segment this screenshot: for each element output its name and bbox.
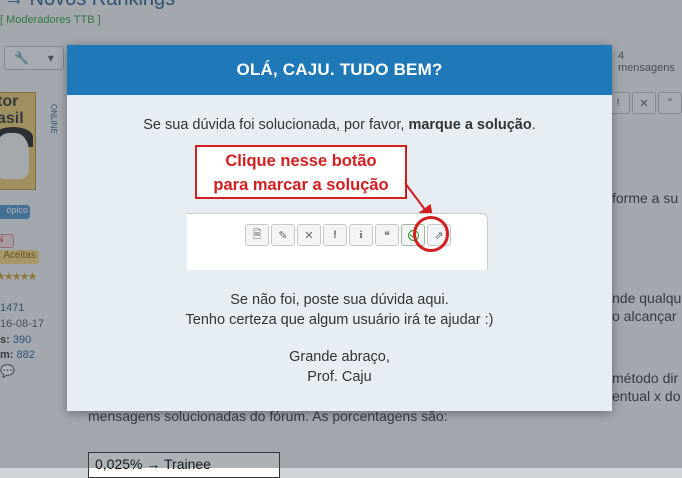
info-icon[interactable]: i [349, 224, 373, 246]
pencil-icon[interactable]: ✎ [271, 224, 295, 246]
intro-bold: marque a solução [408, 117, 532, 133]
document-icon[interactable]: 🗎 [245, 224, 269, 246]
intro-text: Se sua dúvida foi solucionada, por favor… [143, 117, 536, 133]
signature-text: Grande abraço, Prof. Caju [289, 349, 390, 385]
solution-reminder-modal: OLÁ, CAJU. TUDO BEM? Se sua dúvida foi s… [67, 45, 612, 411]
callout-line-1: Clique nesse botão [225, 152, 377, 170]
highlight-ring [413, 216, 449, 252]
exclamation-icon[interactable]: ! [323, 224, 347, 246]
x-icon[interactable]: ✕ [297, 224, 321, 246]
callout-line-2: para marcar a solução [213, 176, 389, 194]
callout-box: Clique nesse botão para marcar a solução [195, 145, 407, 199]
quote-icon[interactable]: ❝ [375, 224, 399, 246]
help-text: Se não foi, poste sua dúvida aqui. Tenho… [185, 292, 494, 328]
modal-title: OLÁ, CAJU. TUDO BEM? [67, 45, 612, 95]
